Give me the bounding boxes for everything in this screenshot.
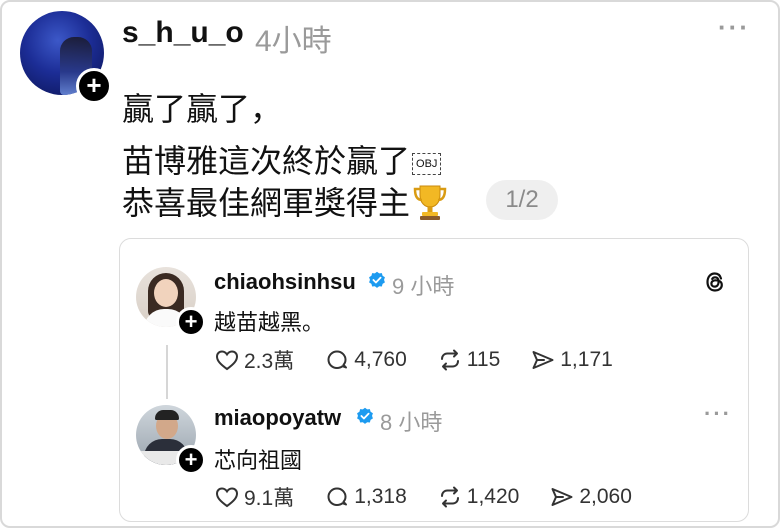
trophy-icon [412,183,448,221]
thread-connector-line [166,345,168,399]
post-text-line-3-text: 恭喜最佳網軍獎得主 [122,185,411,221]
threads-logo-icon[interactable] [702,269,728,295]
quoted-text: 越苗越黑。 [214,310,325,335]
quoted-text: 芯向祖國 [214,448,303,473]
quoted-stats-row: 2.3萬 4,760 115 1,171 [214,346,643,374]
page-indicator: 1/2 [486,180,558,220]
post-time: 4小時 [255,25,332,58]
repost-count: 1,420 [466,485,520,508]
quoted-username[interactable]: miaopoyatw [214,405,341,431]
more-options-button[interactable]: ··· [718,12,750,43]
follow-plus-button[interactable]: + [76,68,112,104]
follow-plus-button[interactable]: + [176,445,206,475]
repost-icon [440,349,459,371]
quoted-thread-card[interactable]: + chiaohsinhsu 9 小時 越苗越黑。 2.3萬 4,760 115 [119,238,749,522]
post-frame: + s_h_u_o 4小時 ··· 贏了贏了， 苗博雅這次終於贏了 OBJ 恭喜最… [0,0,780,528]
like-button[interactable]: 9.1萬 [214,482,294,512]
like-count: 9.1萬 [244,487,295,510]
repost-icon [440,486,459,508]
comment-icon [327,487,348,506]
more-options-button[interactable]: ··· [704,401,732,427]
post-text-line-3: 恭喜最佳網軍獎得主 [122,178,448,224]
share-count: 1,171 [560,348,613,371]
repost-count: 115 [466,348,501,371]
repost-button[interactable]: 115 [437,347,500,373]
like-count: 2.3萬 [244,350,295,373]
heart-icon [215,487,239,508]
comment-button[interactable]: 4,760 [324,347,407,373]
comment-count: 1,318 [354,485,407,508]
post-text-line-2-text: 苗博雅這次終於贏了 [122,143,411,179]
quoted-time: 8 小時 [380,410,443,435]
repost-button[interactable]: 1,420 [437,484,520,510]
post-username[interactable]: s_h_u_o [122,16,244,50]
quoted-time: 9 小時 [392,274,455,299]
post-text-line-2: 苗博雅這次終於贏了 OBJ [122,136,442,182]
comment-count: 4,760 [354,348,407,371]
comment-button[interactable]: 1,318 [324,484,407,510]
avatar-face [154,279,178,307]
share-button[interactable]: 1,171 [530,347,613,373]
verified-badge-icon [369,271,385,288]
comment-icon [327,350,348,369]
avatar-hair [155,410,179,420]
share-count: 2,060 [579,485,632,508]
share-button[interactable]: 2,060 [549,484,632,510]
heart-icon [215,350,239,371]
follow-plus-button[interactable]: + [176,307,206,337]
like-button[interactable]: 2.3萬 [214,345,294,375]
share-icon [551,488,573,506]
post-text-line-1: 贏了贏了， [122,91,283,127]
quoted-username[interactable]: chiaohsinhsu [214,269,356,295]
share-icon [532,351,554,369]
verified-badge-icon [357,407,373,424]
quoted-stats-row: 9.1萬 1,318 1,420 2,060 [214,483,662,511]
object-replacement-glyph: OBJ [412,152,442,175]
